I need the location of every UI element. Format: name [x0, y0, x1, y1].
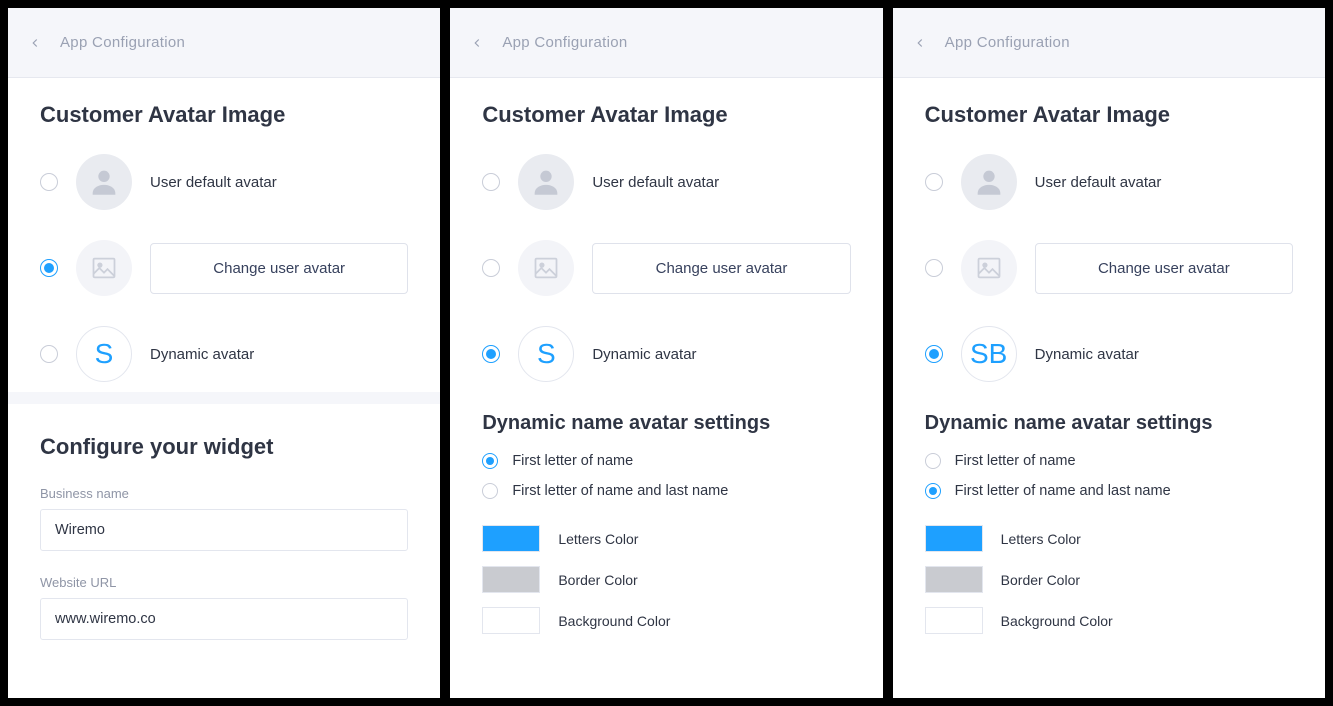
bg-color-swatch[interactable]: [925, 607, 983, 634]
dynamic-letter: SB: [970, 338, 1007, 370]
option-default-avatar[interactable]: User default avatar: [40, 154, 408, 210]
first-letter-label: First letter of name: [512, 453, 633, 469]
avatar-upload-preview: [518, 240, 574, 296]
dynamic-letter: S: [537, 338, 556, 370]
bg-color-label: Background Color: [1001, 613, 1113, 629]
website-url-label: Website URL: [40, 575, 408, 590]
radio-change[interactable]: [925, 259, 943, 277]
person-icon: [87, 165, 121, 199]
option-first-letter[interactable]: First letter of name: [482, 453, 850, 469]
option-dynamic-label: Dynamic avatar: [150, 346, 254, 363]
radio-first-last-letter[interactable]: [925, 483, 941, 499]
change-avatar-button[interactable]: Change user avatar: [592, 243, 850, 294]
radio-first-last-letter[interactable]: [482, 483, 498, 499]
panel-3: App Configuration Customer Avatar Image …: [891, 6, 1327, 700]
change-avatar-button[interactable]: Change user avatar: [150, 243, 408, 294]
letters-color-swatch[interactable]: [482, 525, 540, 552]
avatar-heading: Customer Avatar Image: [925, 102, 1293, 128]
letters-color-label: Letters Color: [1001, 531, 1081, 547]
radio-dynamic[interactable]: [925, 345, 943, 363]
breadcrumb[interactable]: App Configuration: [502, 34, 627, 51]
option-dynamic-avatar[interactable]: SB Dynamic avatar: [925, 326, 1293, 382]
option-default-label: User default avatar: [1035, 174, 1162, 191]
first-letter-label: First letter of name: [955, 453, 1076, 469]
border-color-label: Border Color: [1001, 572, 1080, 588]
business-name-label: Business name: [40, 486, 408, 501]
radio-default[interactable]: [40, 173, 58, 191]
dynamic-settings-heading: Dynamic name avatar settings: [925, 412, 1293, 435]
radio-default[interactable]: [925, 173, 943, 191]
border-color-swatch[interactable]: [482, 566, 540, 593]
back-icon[interactable]: [913, 36, 927, 50]
radio-dynamic[interactable]: [40, 345, 58, 363]
radio-change[interactable]: [40, 259, 58, 277]
bg-color-row: Background Color: [482, 607, 850, 634]
image-icon: [532, 254, 560, 282]
avatar-upload-preview: [76, 240, 132, 296]
panel-1: App Configuration Customer Avatar Image …: [6, 6, 442, 700]
avatar-default-preview: [518, 154, 574, 210]
radio-default[interactable]: [482, 173, 500, 191]
panel-2: App Configuration Customer Avatar Image …: [448, 6, 884, 700]
option-default-avatar[interactable]: User default avatar: [925, 154, 1293, 210]
option-first-letter[interactable]: First letter of name: [925, 453, 1293, 469]
letters-color-row: Letters Color: [482, 525, 850, 552]
option-dynamic-label: Dynamic avatar: [1035, 346, 1139, 363]
avatar-dynamic-preview: S: [76, 326, 132, 382]
header: App Configuration: [450, 8, 882, 78]
option-default-label: User default avatar: [150, 174, 277, 191]
business-name-input[interactable]: [40, 509, 408, 551]
image-icon: [975, 254, 1003, 282]
header: App Configuration: [8, 8, 440, 78]
letters-color-label: Letters Color: [558, 531, 638, 547]
breadcrumb[interactable]: App Configuration: [60, 34, 185, 51]
option-dynamic-avatar[interactable]: S Dynamic avatar: [482, 326, 850, 382]
avatar-dynamic-preview: S: [518, 326, 574, 382]
option-change-avatar[interactable]: Change user avatar: [482, 240, 850, 296]
image-icon: [90, 254, 118, 282]
letters-color-swatch[interactable]: [925, 525, 983, 552]
radio-change[interactable]: [482, 259, 500, 277]
avatar-dynamic-preview: SB: [961, 326, 1017, 382]
back-icon[interactable]: [470, 36, 484, 50]
separator: [8, 392, 440, 404]
person-icon: [972, 165, 1006, 199]
avatar-upload-preview: [961, 240, 1017, 296]
first-last-letter-label: First letter of name and last name: [512, 483, 728, 499]
bg-color-label: Background Color: [558, 613, 670, 629]
option-dynamic-label: Dynamic avatar: [592, 346, 696, 363]
radio-first-letter[interactable]: [482, 453, 498, 469]
border-color-swatch[interactable]: [925, 566, 983, 593]
bg-color-swatch[interactable]: [482, 607, 540, 634]
option-first-last-letter[interactable]: First letter of name and last name: [925, 483, 1293, 499]
first-last-letter-label: First letter of name and last name: [955, 483, 1171, 499]
option-change-avatar[interactable]: Change user avatar: [925, 240, 1293, 296]
avatar-heading: Customer Avatar Image: [40, 102, 408, 128]
change-avatar-button[interactable]: Change user avatar: [1035, 243, 1293, 294]
back-icon[interactable]: [28, 36, 42, 50]
website-url-input[interactable]: [40, 598, 408, 640]
avatar-heading: Customer Avatar Image: [482, 102, 850, 128]
option-first-last-letter[interactable]: First letter of name and last name: [482, 483, 850, 499]
option-change-avatar[interactable]: Change user avatar: [40, 240, 408, 296]
option-default-avatar[interactable]: User default avatar: [482, 154, 850, 210]
border-color-label: Border Color: [558, 572, 637, 588]
border-color-row: Border Color: [482, 566, 850, 593]
bg-color-row: Background Color: [925, 607, 1293, 634]
border-color-row: Border Color: [925, 566, 1293, 593]
option-default-label: User default avatar: [592, 174, 719, 191]
header: App Configuration: [893, 8, 1325, 78]
breadcrumb[interactable]: App Configuration: [945, 34, 1070, 51]
option-dynamic-avatar[interactable]: S Dynamic avatar: [40, 326, 408, 382]
dynamic-letter: S: [95, 338, 114, 370]
avatar-default-preview: [76, 154, 132, 210]
avatar-default-preview: [961, 154, 1017, 210]
widget-heading: Configure your widget: [40, 434, 408, 460]
dynamic-settings-heading: Dynamic name avatar settings: [482, 412, 850, 435]
radio-dynamic[interactable]: [482, 345, 500, 363]
person-icon: [529, 165, 563, 199]
radio-first-letter[interactable]: [925, 453, 941, 469]
letters-color-row: Letters Color: [925, 525, 1293, 552]
